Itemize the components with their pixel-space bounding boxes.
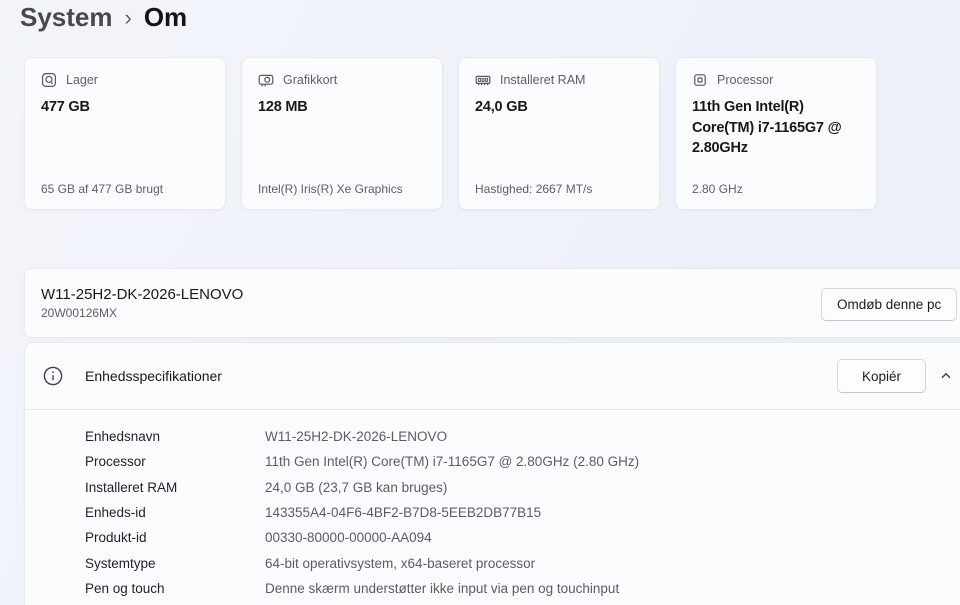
rename-pc-button[interactable]: Omdøb denne pc <box>821 288 958 321</box>
chevron-right-icon: › <box>124 5 132 30</box>
summary-cards: Lager 477 GB 65 GB af 477 GB brugt Grafi… <box>24 57 877 210</box>
copy-button[interactable]: Kopiér <box>837 359 926 393</box>
card-value: 24,0 GB <box>475 99 528 115</box>
spec-label: Enheds-id <box>85 505 146 521</box>
table-row: Installeret RAM 24,0 GB (23,7 GB kan bru… <box>85 475 960 500</box>
spec-value: 11th Gen Intel(R) Core(TM) i7-1165G7 @ 2… <box>265 454 640 470</box>
storage-icon <box>41 72 57 88</box>
graphics-card[interactable]: Grafikkort 128 MB Intel(R) Iris(R) Xe Gr… <box>241 57 443 210</box>
table-row: Enhedsnavn W11-25H2-DK-2026-LENOVO <box>85 424 960 449</box>
page-title: Om <box>143 2 188 32</box>
spec-value: W11-25H2-DK-2026-LENOVO <box>265 429 448 445</box>
card-label: Grafikkort <box>283 73 338 87</box>
card-detail: Hastighed: 2667 MT/s <box>475 182 593 196</box>
specs-header[interactable]: Enhedsspecifikationer Kopiér <box>25 343 960 409</box>
cpu-icon <box>692 72 708 88</box>
spec-label: Produkt-id <box>85 530 147 546</box>
card-label: Lager <box>66 73 98 87</box>
spec-label: Enhedsnavn <box>85 429 161 445</box>
table-row: Systemtype 64-bit operativsystem, x64-ba… <box>85 550 960 575</box>
card-label: Installeret RAM <box>500 73 586 87</box>
ram-card[interactable]: Installeret RAM 24,0 GB Hastighed: 2667 … <box>458 57 660 210</box>
table-row: Processor 11th Gen Intel(R) Core(TM) i7-… <box>85 449 960 474</box>
ram-icon <box>475 72 491 88</box>
breadcrumb-system[interactable]: System <box>20 2 113 33</box>
card-value: 128 MB <box>258 99 308 115</box>
specs-title: Enhedsspecifikationer <box>85 368 222 384</box>
card-value: 11th Gen Intel(R) Core(TM) i7-1165G7 @ 2… <box>692 99 842 157</box>
spec-value: 00330-80000-00000-AA094 <box>265 530 432 546</box>
card-value: 477 GB <box>41 99 90 115</box>
card-detail: 2.80 GHz <box>692 182 743 196</box>
device-name-panel: W11-25H2-DK-2026-LENOVO 20W00126MX Omdøb… <box>24 268 960 338</box>
spec-value: 24,0 GB (23,7 GB kan bruges) <box>265 479 448 495</box>
specs-table: Enhedsnavn W11-25H2-DK-2026-LENOVO Proce… <box>25 409 960 601</box>
table-row: Enheds-id 143355A4-04F6-4BF2-B7D8-5EEB2D… <box>85 500 960 525</box>
spec-value: 143355A4-04F6-4BF2-B7D8-5EEB2DB77B15 <box>265 505 542 521</box>
spec-value: 64-bit operativsystem, x64-baseret proce… <box>265 555 536 571</box>
spec-label: Processor <box>85 454 146 470</box>
card-label: Processor <box>717 73 774 87</box>
spec-label: Systemtype <box>85 555 156 571</box>
processor-card[interactable]: Processor 11th Gen Intel(R) Core(TM) i7-… <box>675 57 877 210</box>
device-specs-panel: Enhedsspecifikationer Kopiér Enhedsnavn … <box>24 342 960 605</box>
card-detail: 65 GB af 477 GB brugt <box>41 182 164 196</box>
spec-label: Installeret RAM <box>85 479 178 495</box>
table-row: Pen og touch Denne skærm understøtter ik… <box>85 576 960 601</box>
divider <box>25 409 960 410</box>
storage-card[interactable]: Lager 477 GB 65 GB af 477 GB brugt <box>24 57 226 210</box>
info-icon <box>41 364 65 388</box>
table-row: Produkt-id 00330-80000-00000-AA094 <box>85 525 960 550</box>
spec-label: Pen og touch <box>85 580 165 596</box>
gpu-icon <box>258 72 274 88</box>
card-detail: Intel(R) Iris(R) Xe Graphics <box>258 182 403 196</box>
breadcrumb: System › Om <box>20 2 187 33</box>
chevron-up-icon[interactable] <box>938 368 954 384</box>
spec-value: Denne skærm understøtter ikke input via … <box>265 580 620 596</box>
